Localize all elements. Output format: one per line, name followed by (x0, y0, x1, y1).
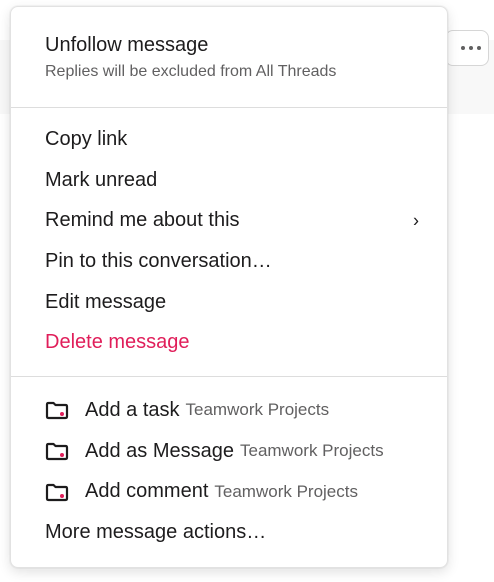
app-name: Teamwork Projects (239, 441, 384, 461)
edit-message-menu-item[interactable]: Edit message (11, 282, 447, 323)
menu-item-label: Edit message (45, 290, 167, 313)
menu-item-label: Add a task (85, 398, 180, 421)
menu-item-label: Pin to this conversation… (45, 249, 272, 272)
teamwork-projects-icon (45, 483, 69, 501)
menu-item-label: Add comment (85, 480, 209, 503)
mark-unread-menu-item[interactable]: Mark unread (11, 160, 447, 201)
chevron-right-icon: › (413, 210, 419, 231)
unfollow-subtitle: Replies will be excluded from All Thread… (45, 63, 337, 80)
message-actions-section: Copy link Mark unread Remind me about th… (11, 108, 447, 376)
copy-link-menu-item[interactable]: Copy link (11, 119, 447, 160)
app-actions-section: Add a task Teamwork Projects Add as Mess… (11, 377, 447, 553)
teamwork-projects-icon (45, 442, 69, 461)
delete-message-menu-item[interactable]: Delete message (11, 322, 447, 363)
menu-item-label: Copy link (45, 127, 128, 150)
menu-item-label: Mark unread (45, 168, 158, 191)
menu-item-label: Add as Message (85, 439, 234, 462)
unfollow-menu-item[interactable]: Unfollow message Replies will be exclude… (11, 7, 447, 107)
menu-item-label: Delete message (45, 331, 190, 354)
add-as-message-menu-item[interactable]: Add as Message Teamwork Projects (11, 431, 447, 472)
pin-to-conversation-menu-item[interactable]: Pin to this conversation… (11, 241, 447, 282)
menu-item-label: More message actions… (45, 520, 267, 543)
page: Unfollow message Replies will be exclude… (0, 0, 494, 582)
app-name: Teamwork Projects (185, 400, 330, 420)
menu-item-label: Remind me about this (45, 209, 240, 232)
message-actions-menu: Unfollow message Replies will be exclude… (10, 6, 448, 568)
unfollow-title: Unfollow message (45, 34, 209, 56)
remind-me-menu-item[interactable]: Remind me about this › (11, 200, 447, 241)
add-comment-menu-item[interactable]: Add comment Teamwork Projects (11, 471, 447, 512)
more-actions-button[interactable] (445, 30, 489, 66)
app-name: Teamwork Projects (214, 481, 358, 501)
add-task-menu-item[interactable]: Add a task Teamwork Projects (11, 390, 447, 431)
teamwork-projects-icon (45, 402, 69, 420)
ellipsis-icon (461, 46, 481, 50)
more-message-actions-menu-item[interactable]: More message actions… (11, 512, 447, 553)
